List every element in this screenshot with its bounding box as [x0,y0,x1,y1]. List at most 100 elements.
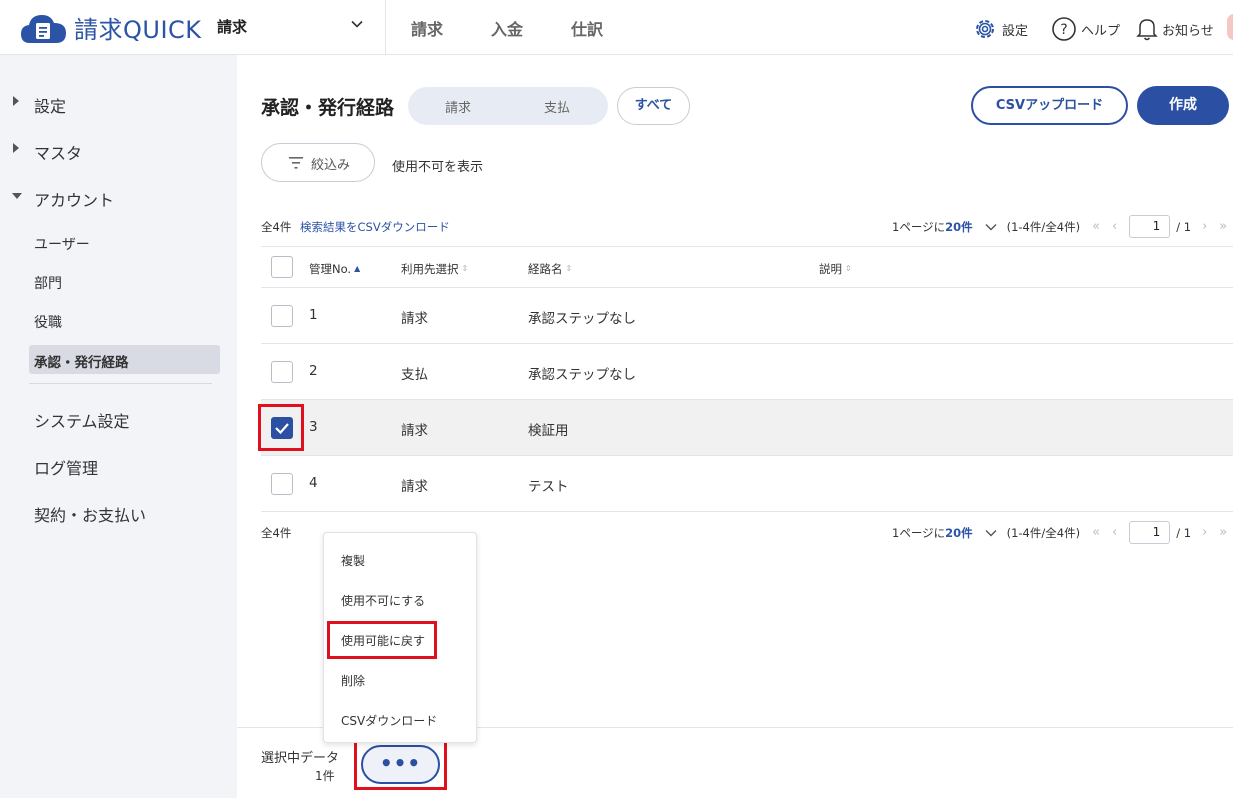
last-page-icon[interactable]: » [1219,525,1227,540]
header-notifications[interactable]: お知らせ [1136,16,1214,42]
logo-cloud-icon[interactable] [20,11,68,45]
app-select-value[interactable]: 請求 [217,16,247,37]
cell-usage: 請求 [401,423,428,439]
per-page-select[interactable]: 20件 [945,525,973,541]
header-description[interactable]: 説明 ⇕ [819,261,852,277]
selected-data-label: 選択中データ [261,751,340,766]
total-count: 全4件 [261,220,292,234]
csv-download-link[interactable]: 検索結果をCSVダウンロード [300,219,450,235]
sidebar-item-account[interactable]: アカウント [34,187,114,211]
next-page-icon[interactable]: › [1202,525,1207,540]
table-row-selected[interactable]: 3 請求 検証用 [261,400,1233,456]
cell-route-name: 検証用 [528,423,569,439]
segment-invoice[interactable]: 請求 [445,97,471,116]
menu-item-csv-download[interactable]: CSVダウンロード [341,712,437,729]
row-checkbox[interactable] [271,305,293,327]
header-route-name-label: 経路名 [528,262,563,276]
sort-icon: ⇕ [565,264,573,273]
table-header: 管理No. ▲ 利用先選択 ⇕ 経路名 ⇕ 説明 ⇕ [261,246,1233,288]
chevron-down-icon[interactable] [985,527,997,539]
nav-journal[interactable]: 仕訳 [571,16,603,40]
prev-page-icon[interactable]: ‹ [1112,525,1117,540]
show-disabled-toggle[interactable]: 使用不可を表示 [392,156,483,175]
menu-item-disable[interactable]: 使用不可にする [341,592,425,609]
table-row[interactable]: 4 請求 テスト [261,456,1233,512]
first-page-icon[interactable]: « [1092,525,1100,540]
svg-text:?: ? [1060,22,1067,38]
page-input[interactable]: 1 [1129,215,1171,238]
chevron-down-icon[interactable] [985,221,997,233]
all-button[interactable]: すべて [617,87,690,125]
sidebar-item-users[interactable]: ユーザー [34,234,90,254]
table-row[interactable]: 1 請求 承認ステップなし [261,288,1233,344]
segment-payment[interactable]: 支払 [544,97,570,116]
nav-invoice[interactable]: 請求 [411,16,443,40]
cell-no: 3 [309,419,318,435]
row-checkbox[interactable] [271,473,293,495]
nav-payment-received[interactable]: 入金 [491,16,523,40]
sidebar-item-system-settings[interactable]: システム設定 [34,408,130,432]
total-pages: / 1 [1176,219,1192,234]
select-all-checkbox[interactable] [271,256,293,278]
range-info: (1-4件/全4件) [1006,525,1081,540]
sidebar-item-settings[interactable]: 設定 [34,93,66,117]
last-page-icon[interactable]: » [1219,219,1227,234]
gear-icon [976,20,994,38]
filter-icon [289,157,303,169]
sort-icon: ⇕ [461,264,469,273]
settings-label: 設定 [1002,23,1029,39]
highlight-box-checkbox [258,404,304,451]
pager-bottom: 1ページに 20件 (1-4件/全4件) « ‹ 1 / 1 › » [892,521,1227,544]
menu-item-duplicate[interactable]: 複製 [341,552,365,569]
range-info: (1-4件/全4件) [1006,219,1081,234]
table-row[interactable]: 2 支払 承認ステップなし [261,344,1233,400]
cell-usage: 請求 [401,311,428,327]
sidebar-item-log-management[interactable]: ログ管理 [34,455,98,479]
header-divider [385,0,386,55]
pager-top: 1ページに 20件 (1-4件/全4件) « ‹ 1 / 1 › » [892,215,1227,238]
filter-button[interactable]: 絞込み [261,143,375,182]
highlight-box-more-button [354,736,447,790]
usage-segment-control: 請求 支払 [408,87,608,125]
per-page-select[interactable]: 20件 [945,219,973,235]
cell-route-name: テスト [528,479,569,495]
sidebar-item-master[interactable]: マスタ [34,140,82,164]
create-button[interactable]: 作成 [1137,86,1229,125]
cell-no: 4 [309,475,318,491]
caret-right-icon[interactable] [12,143,20,153]
sidebar-item-approval-routes[interactable]: 承認・発行経路 [34,351,129,371]
sidebar-item-positions[interactable]: 役職 [34,312,62,332]
header-usage[interactable]: 利用先選択 ⇕ [401,261,468,277]
menu-item-delete[interactable]: 削除 [341,672,365,689]
sidebar: 設定 マスタ アカウント ユーザー 部門 役職 承認・発行経路 システム設定 ロ… [0,55,237,798]
sort-asc-icon: ▲ [354,264,361,273]
cell-usage: 請求 [401,479,428,495]
csv-upload-button[interactable]: CSVアップロード [971,86,1128,125]
top-header: 請求QUICK 請求 請求 入金 仕訳 設定 ? ヘルプ お知らせ [0,0,1233,55]
header-route-name[interactable]: 経路名 ⇕ [528,261,572,277]
chevron-down-icon[interactable] [350,17,364,31]
caret-right-icon[interactable] [12,96,20,106]
per-page-prefix: 1ページに [892,525,946,540]
cell-route-name: 承認ステップなし [528,311,636,327]
sort-icon: ⇕ [845,264,852,273]
help-icon: ? [1052,17,1076,41]
header-no-label: 管理No. [309,262,352,276]
prev-page-icon[interactable]: ‹ [1112,219,1117,234]
sidebar-item-departments[interactable]: 部門 [34,273,62,293]
logo-text[interactable]: 請求QUICK [74,10,202,45]
next-page-icon[interactable]: › [1202,219,1207,234]
avatar[interactable] [1227,14,1233,40]
row-checkbox[interactable] [271,361,293,383]
header-description-label: 説明 [819,262,842,276]
page-input[interactable]: 1 [1129,521,1171,544]
notifications-label: お知らせ [1162,23,1214,39]
header-settings[interactable]: 設定 [972,16,1028,42]
header-no[interactable]: 管理No. ▲ [309,261,360,277]
first-page-icon[interactable]: « [1092,219,1100,234]
header-help[interactable]: ? ヘルプ [1051,16,1120,42]
per-page-prefix: 1ページに [892,219,946,234]
caret-down-icon[interactable] [12,192,22,200]
header-usage-label: 利用先選択 [401,262,459,276]
sidebar-item-contract-payment[interactable]: 契約・お支払い [34,502,146,526]
